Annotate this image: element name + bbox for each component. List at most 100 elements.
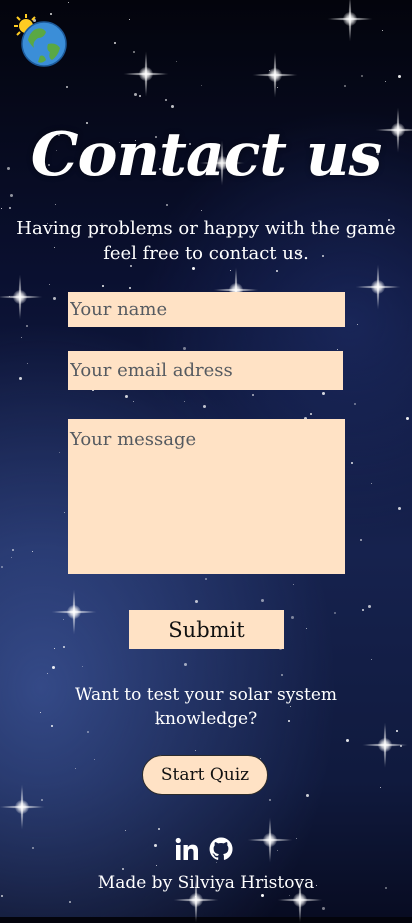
star: [66, 86, 68, 88]
star: [400, 745, 402, 747]
star: [354, 403, 356, 405]
star: [277, 850, 278, 851]
star: [55, 204, 56, 205]
star: [165, 99, 167, 101]
social-links: [174, 836, 238, 864]
star: [371, 659, 372, 660]
star: [154, 844, 157, 847]
star: [334, 612, 336, 614]
star: [361, 75, 363, 77]
star: [176, 61, 177, 62]
star: [75, 768, 76, 769]
star: [49, 284, 50, 285]
star: [82, 666, 83, 667]
star: [9, 207, 11, 209]
star: [337, 349, 338, 350]
star: [201, 210, 202, 211]
star: [102, 285, 104, 287]
star: [125, 830, 126, 831]
star: [322, 907, 325, 910]
star: [1, 208, 2, 209]
page-title: Contact us: [30, 120, 383, 190]
star: [351, 462, 353, 464]
star: [21, 337, 22, 338]
star: [380, 787, 381, 788]
star: [346, 739, 349, 742]
star: [63, 646, 65, 648]
star: [362, 609, 364, 611]
star: [406, 417, 409, 420]
star: [10, 194, 13, 197]
footer-credit: Made by Silviya Hristova: [97, 873, 315, 893]
star: [12, 549, 14, 551]
star: [133, 51, 135, 53]
star: [195, 896, 196, 897]
linkedin-icon[interactable]: [174, 836, 200, 862]
star: [139, 95, 141, 97]
star: [134, 93, 137, 96]
star: [201, 85, 202, 86]
star: [40, 712, 41, 713]
star: [94, 759, 95, 760]
github-icon[interactable]: [208, 836, 234, 862]
star: [125, 395, 128, 398]
star: [203, 405, 206, 408]
star: [114, 42, 116, 44]
star: [289, 895, 290, 896]
submit-button[interactable]: Submit: [129, 610, 284, 649]
star: [269, 70, 270, 71]
star: [310, 413, 312, 415]
star: [293, 584, 294, 585]
star: [129, 287, 131, 289]
star: [129, 19, 130, 20]
star: [9, 296, 10, 297]
star: [230, 270, 231, 271]
name-input[interactable]: [68, 292, 345, 327]
star: [51, 725, 53, 727]
star: [32, 551, 33, 552]
star: [32, 847, 34, 849]
star: [192, 267, 195, 270]
star: [87, 731, 89, 733]
star: [276, 270, 278, 272]
star: [261, 599, 264, 602]
star: [306, 628, 307, 629]
star: [184, 663, 187, 666]
star: [26, 325, 28, 327]
star: [19, 377, 22, 380]
star: [398, 75, 401, 78]
star: [371, 483, 372, 484]
star: [195, 750, 196, 751]
star: [291, 616, 294, 619]
star: [68, 2, 69, 3]
star: [195, 600, 198, 603]
earth-with-sun-icon[interactable]: [14, 14, 68, 68]
star: [1, 566, 3, 568]
star: [41, 799, 43, 801]
star: [184, 401, 185, 402]
star: [171, 105, 174, 108]
star: [281, 674, 283, 676]
star: [360, 539, 362, 541]
star: [368, 605, 371, 608]
star: [158, 828, 160, 830]
star: [261, 894, 264, 897]
star: [122, 868, 124, 870]
star: [252, 394, 254, 396]
star: [47, 673, 48, 674]
star: [382, 30, 383, 31]
star: [63, 619, 64, 620]
star: [205, 578, 207, 580]
star: [1, 895, 3, 897]
star: [277, 87, 278, 88]
star: [306, 794, 309, 797]
email-input[interactable]: [68, 351, 343, 390]
star: [54, 648, 55, 649]
star: [183, 347, 186, 350]
message-textarea[interactable]: [68, 419, 345, 574]
page-subtitle: Having problems or happy with the game f…: [16, 218, 396, 264]
start-quiz-button[interactable]: Start Quiz: [142, 755, 268, 795]
star: [357, 324, 358, 325]
star: [27, 363, 28, 364]
star: [11, 557, 12, 558]
